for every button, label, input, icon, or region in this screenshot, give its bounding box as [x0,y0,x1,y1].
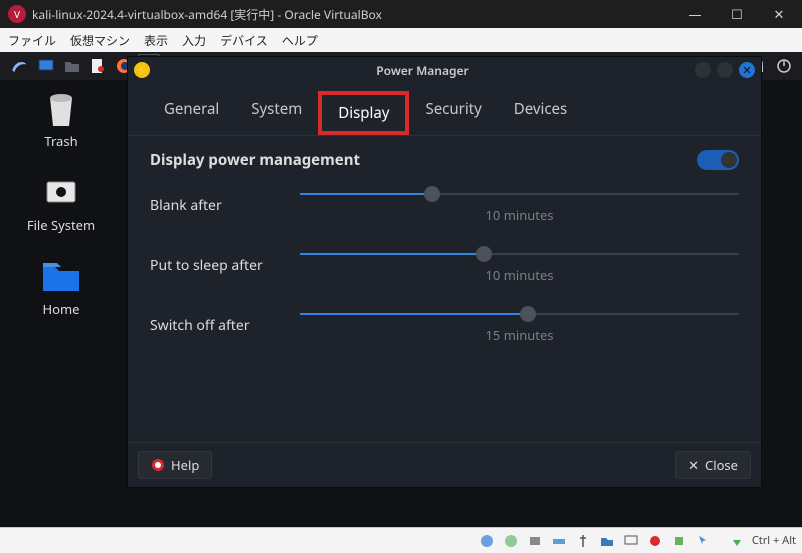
pm-body: Display power management Blank after 10 … [128,136,761,442]
text-editor-icon[interactable] [86,54,110,78]
tab-security[interactable]: Security [409,91,497,135]
close-icon: ✕ [688,456,699,474]
virtualbox-statusbar: Ctrl + Alt [0,527,802,553]
show-desktop-icon[interactable] [34,54,58,78]
menu-view[interactable]: 表示 [144,32,168,49]
value-blank-after: 10 minutes [300,206,739,224]
vb-shared-folders-icon[interactable] [598,532,616,550]
desktop-icon-filesystem[interactable]: File System [6,172,116,234]
display-power-heading: Display power management [150,150,360,170]
folder-icon [41,256,81,296]
logout-icon[interactable] [772,54,796,78]
row-sleep-after: Put to sleep after 10 minutes [150,246,739,284]
power-manager-title: Power Manager [156,62,689,79]
power-manager-icon: ⚡ [134,62,150,78]
window-maximize-button[interactable]: ☐ [716,0,758,28]
desktop-icon-trash[interactable]: Trash [6,88,116,150]
guest-desktop: >_ ˅ 1 2 3 4 | ˅ 3:23 | [0,52,802,527]
window-minimize-dot[interactable] [695,62,711,78]
vb-usb-icon[interactable] [574,532,592,550]
label-switch-off-after: Switch off after [150,316,300,335]
vb-audio-icon[interactable] [526,532,544,550]
desktop-icon-label: File System [27,216,95,234]
vb-optical-icon[interactable] [502,532,520,550]
tab-system[interactable]: System [235,91,318,135]
vb-recording-icon[interactable] [646,532,664,550]
vm-window-title: kali-linux-2024.4-virtualbox-amd64 [実行中]… [32,6,674,23]
row-switch-off-after: Switch off after 15 minutes [150,306,739,344]
help-icon [151,458,165,472]
window-close-dot[interactable]: ✕ [739,62,755,78]
vb-hostkey-label: Ctrl + Alt [752,533,796,548]
power-manager-window: ⚡ Power Manager ✕ General System Display… [127,56,762,488]
drive-icon [41,172,81,212]
virtualbox-icon: V [8,5,26,23]
file-manager-icon[interactable] [60,54,84,78]
vb-network-icon[interactable] [550,532,568,550]
desktop-icon-label: Home [43,300,80,318]
menu-input[interactable]: 入力 [182,32,206,49]
window-maximize-dot[interactable] [717,62,733,78]
label-blank-after: Blank after [150,196,300,215]
tab-general[interactable]: General [148,91,235,135]
window-minimize-button[interactable]: — [674,0,716,28]
trash-icon [41,88,81,128]
power-manager-titlebar[interactable]: ⚡ Power Manager ✕ [128,57,761,83]
vb-mouse-icon[interactable] [694,532,712,550]
desktop-icons: Trash File System Home [6,88,116,340]
vb-hostkey-icon [728,532,746,550]
kali-menu-icon[interactable] [6,54,32,78]
label-sleep-after: Put to sleep after [150,256,300,275]
menu-file[interactable]: ファイル [8,32,56,49]
close-button[interactable]: ✕ Close [675,451,751,479]
window-close-button[interactable]: ✕ [758,0,800,28]
help-button[interactable]: Help [138,451,212,479]
menu-help[interactable]: ヘルプ [282,32,318,49]
slider-sleep-after[interactable] [300,246,739,262]
menu-machine[interactable]: 仮想マシン [70,32,130,49]
value-sleep-after: 10 minutes [300,266,739,284]
vb-hdd-icon[interactable] [478,532,496,550]
pm-tabs: General System Display Security Devices [128,83,761,136]
slider-switch-off-after[interactable] [300,306,739,322]
slider-blank-after[interactable] [300,186,739,202]
tab-display[interactable]: Display [318,91,409,135]
value-switch-off-after: 15 minutes [300,326,739,344]
vb-processor-icon[interactable] [670,532,688,550]
virtualbox-menubar: ファイル 仮想マシン 表示 入力 デバイス ヘルプ [0,28,802,52]
vb-display-icon[interactable] [622,532,640,550]
virtualbox-titlebar: V kali-linux-2024.4-virtualbox-amd64 [実行… [0,0,802,28]
pm-footer: Help ✕ Close [128,442,761,487]
tab-devices[interactable]: Devices [498,91,583,135]
desktop-icon-home[interactable]: Home [6,256,116,318]
menu-devices[interactable]: デバイス [220,32,268,49]
desktop-icon-label: Trash [44,132,77,150]
display-power-toggle[interactable] [697,150,739,170]
row-blank-after: Blank after 10 minutes [150,186,739,224]
